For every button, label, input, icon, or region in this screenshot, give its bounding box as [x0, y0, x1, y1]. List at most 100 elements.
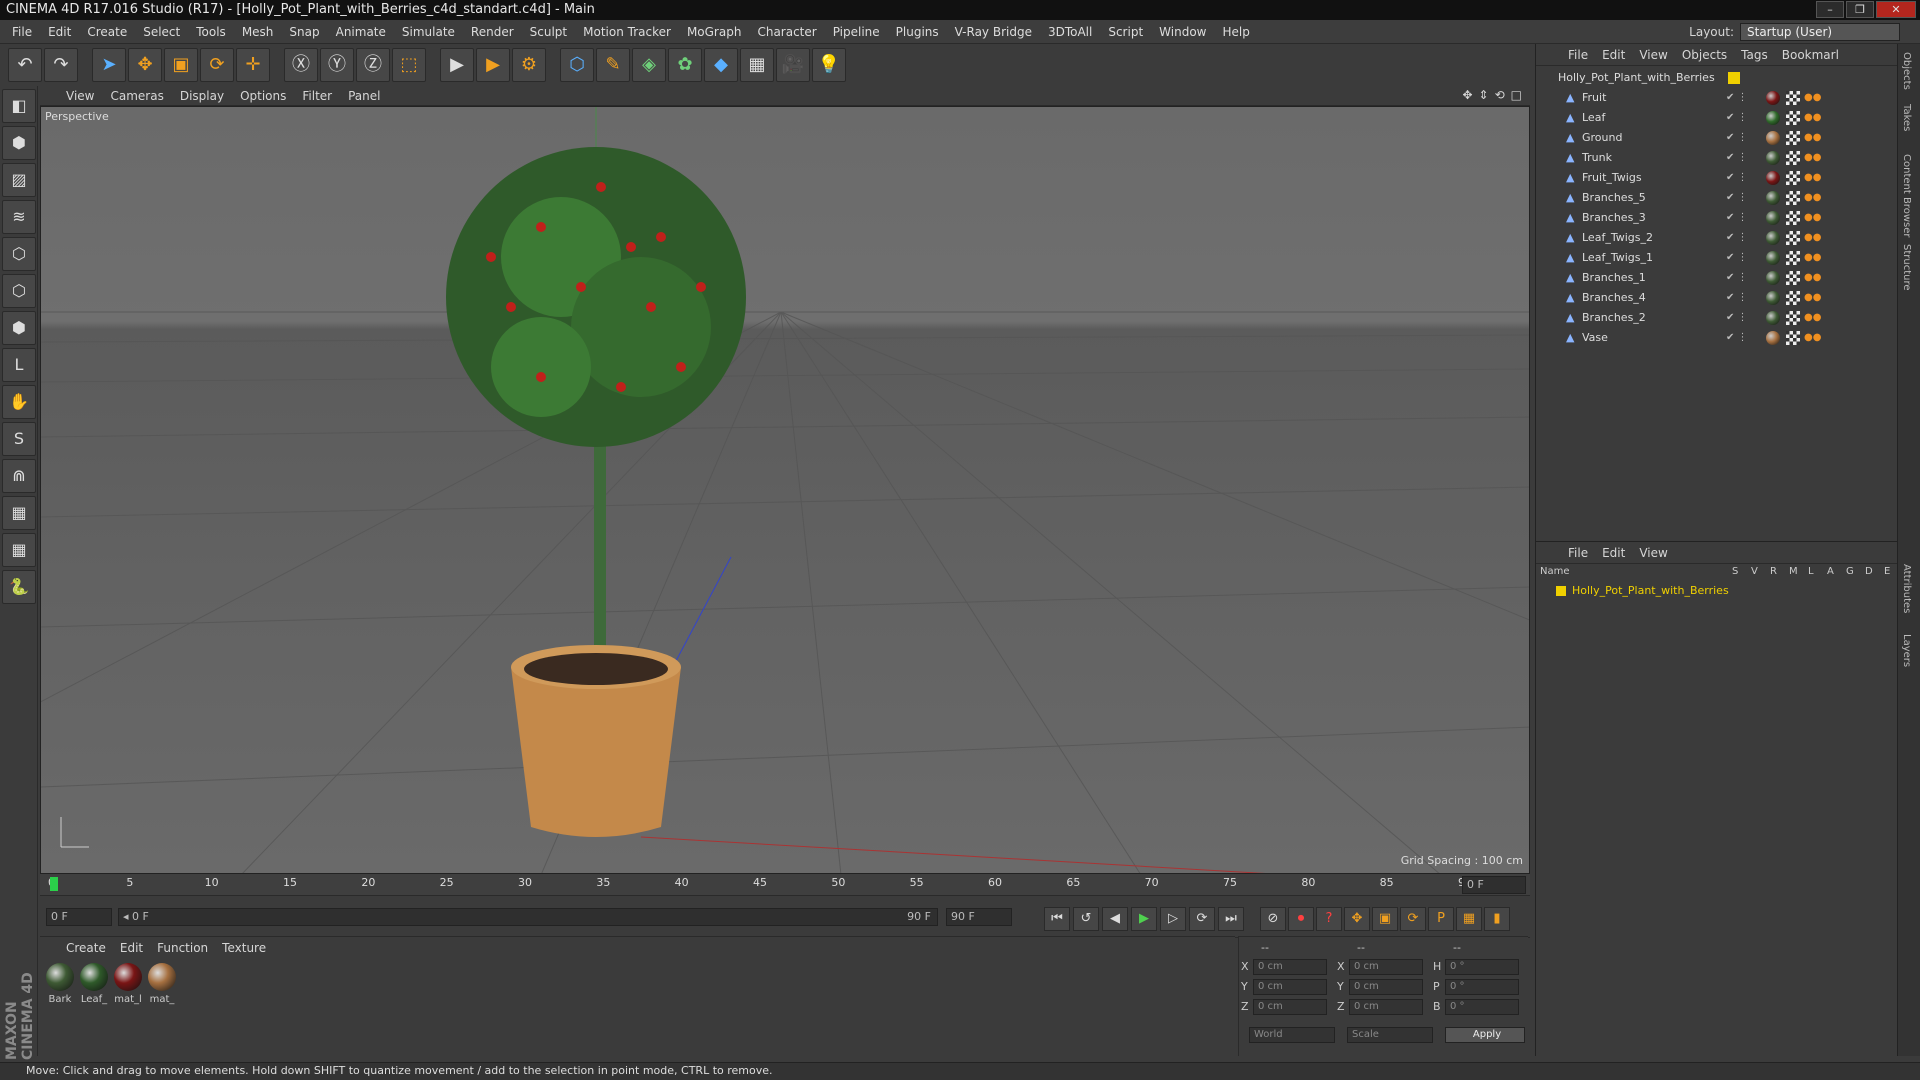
minimize-button[interactable]: – [1816, 1, 1844, 18]
coord-field[interactable]: 0 cm [1253, 999, 1327, 1015]
selection-tag-icon[interactable]: ●● [1804, 148, 1821, 168]
visibility-toggle-icon[interactable]: ✔ ⋮ [1726, 288, 1748, 308]
menu-tools[interactable]: Tools [188, 25, 234, 39]
selection-tag-icon[interactable]: ●● [1804, 248, 1821, 268]
side-tab-attributes[interactable]: Attributes [1901, 564, 1912, 613]
visibility-toggle-icon[interactable]: ✔ ⋮ [1726, 268, 1748, 288]
coord-field[interactable]: 0 cm [1253, 979, 1327, 995]
selection-tag-icon[interactable]: ●● [1804, 328, 1821, 348]
record-tool-button[interactable]: ⟳ [1400, 907, 1426, 931]
object-menu-edit[interactable]: Edit [1602, 48, 1625, 62]
viewport-nav-icon-1[interactable]: ⇕ [1479, 88, 1489, 102]
redo-icon[interactable]: ↷ [44, 48, 78, 82]
selection-tag-icon[interactable]: ●● [1804, 228, 1821, 248]
visibility-toggle-icon[interactable]: ✔ ⋮ [1726, 208, 1748, 228]
object-row[interactable]: ▲ Branches_4 ✔ ⋮ ●● [1536, 288, 1898, 308]
object-row[interactable]: ▲ Leaf_Twigs_1 ✔ ⋮ ●● [1536, 248, 1898, 268]
y-axis-icon[interactable]: Ⓨ [320, 48, 354, 82]
menu-sculpt[interactable]: Sculpt [522, 25, 575, 39]
selection-tag-icon[interactable]: ●● [1804, 168, 1821, 188]
playhead-marker[interactable] [50, 877, 58, 891]
material-tag-icon[interactable] [1766, 291, 1780, 305]
record-tool-button[interactable]: ✥ [1344, 907, 1370, 931]
perspective-viewport[interactable]: Perspective Grid Spacing : 100 cm [40, 106, 1530, 874]
menu-v-ray-bridge[interactable]: V-Ray Bridge [947, 25, 1040, 39]
menu-3dtoall[interactable]: 3DToAll [1040, 25, 1100, 39]
side-tab-layers[interactable]: Layers [1901, 634, 1912, 667]
camera-icon[interactable]: 🎥 [776, 48, 810, 82]
polygons-mode-icon[interactable]: ⬢ [2, 311, 36, 345]
object-row[interactable]: ▲ Branches_5 ✔ ⋮ ●● [1536, 188, 1898, 208]
floor-icon[interactable]: ▦ [740, 48, 774, 82]
side-tab-content-browser[interactable]: Content Browser [1901, 154, 1912, 237]
material-tag-icon[interactable] [1766, 171, 1780, 185]
solo-icon[interactable]: S [2, 422, 36, 456]
pen-icon[interactable]: ✎ [596, 48, 630, 82]
object-row[interactable]: ▲ Trunk ✔ ⋮ ●● [1536, 148, 1898, 168]
visibility-toggle-icon[interactable]: ✔ ⋮ [1726, 328, 1748, 348]
current-frame-field[interactable]: 0 F [1462, 876, 1526, 894]
menu-simulate[interactable]: Simulate [394, 25, 463, 39]
object-menu-file[interactable]: File [1568, 48, 1588, 62]
python-icon[interactable]: 🐍 [2, 570, 36, 604]
material-menu-edit[interactable]: Edit [120, 941, 143, 955]
rotate-icon[interactable]: ⟳ [200, 48, 234, 82]
viewport-nav-icon-3[interactable]: □ [1511, 88, 1522, 102]
object-menu-view[interactable]: View [1639, 48, 1667, 62]
playback-button-0[interactable]: ⏮ [1044, 907, 1070, 931]
cube-icon[interactable]: ⬡ [560, 48, 594, 82]
texture-tag-icon[interactable] [1786, 211, 1800, 225]
playback-button-1[interactable]: ↺ [1073, 907, 1099, 931]
z-axis-icon[interactable]: Ⓩ [356, 48, 390, 82]
selection-tag-icon[interactable]: ●● [1804, 288, 1821, 308]
axis-mode-icon[interactable]: L [2, 348, 36, 382]
render-settings-icon[interactable]: ⚙ [512, 48, 546, 82]
object-row[interactable]: ▲ Leaf_Twigs_2 ✔ ⋮ ●● [1536, 228, 1898, 248]
texture-tag-icon[interactable] [1786, 331, 1800, 345]
record-tool-button[interactable]: ⊘ [1260, 907, 1286, 931]
side-tab-objects[interactable]: Objects [1901, 52, 1912, 90]
frame-range-slider[interactable]: ◂ 0 F 90 F [118, 908, 938, 926]
material-swatch[interactable]: mat_ [146, 963, 178, 1005]
coord-field[interactable]: 0 cm [1253, 959, 1327, 975]
record-tool-button[interactable]: ? [1316, 907, 1342, 931]
record-tool-button[interactable]: P [1428, 907, 1454, 931]
coord-field[interactable]: 0 cm [1349, 959, 1423, 975]
material-tag-icon[interactable] [1766, 251, 1780, 265]
material-swatch[interactable]: Leaf_ [78, 963, 110, 1005]
side-tab-structure[interactable]: Structure [1901, 244, 1912, 291]
coord-field[interactable]: 0 ° [1445, 959, 1519, 975]
viewport-nav-icon-0[interactable]: ✥ [1462, 88, 1472, 102]
viewport-menu-cameras[interactable]: Cameras [110, 89, 163, 103]
menu-edit[interactable]: Edit [40, 25, 79, 39]
object-row[interactable]: ▲ Leaf ✔ ⋮ ●● [1536, 108, 1898, 128]
visibility-toggle-icon[interactable]: ✔ ⋮ [1726, 88, 1748, 108]
material-tag-icon[interactable] [1766, 271, 1780, 285]
scale-icon[interactable]: ▣ [164, 48, 198, 82]
texture-tag-icon[interactable] [1786, 131, 1800, 145]
texture-tag-icon[interactable] [1786, 191, 1800, 205]
selection-tag-icon[interactable]: ●● [1804, 88, 1821, 108]
selection-tag-icon[interactable]: ●● [1804, 268, 1821, 288]
object-row[interactable]: ▲ Vase ✔ ⋮ ●● [1536, 328, 1898, 348]
layer-menu-edit[interactable]: Edit [1602, 546, 1625, 560]
grid-lock-icon[interactable]: ▦ [2, 496, 36, 530]
workplane-rotate-icon[interactable]: ▦ [2, 533, 36, 567]
light-icon[interactable]: 💡 [812, 48, 846, 82]
material-menu-create[interactable]: Create [66, 941, 106, 955]
tweak-icon[interactable]: ✋ [2, 385, 36, 419]
side-tab-takes[interactable]: Takes [1901, 104, 1912, 131]
viewport-menu-filter[interactable]: Filter [302, 89, 332, 103]
deformer-icon[interactable]: ◆ [704, 48, 738, 82]
record-tool-button[interactable]: ▣ [1372, 907, 1398, 931]
visibility-toggle-icon[interactable]: ✔ ⋮ [1726, 128, 1748, 148]
select-cursor-icon[interactable]: ➤ [92, 48, 126, 82]
layout-dropdown[interactable]: Startup (User) [1740, 23, 1900, 41]
selection-tag-icon[interactable]: ●● [1804, 128, 1821, 148]
material-tag-icon[interactable] [1766, 151, 1780, 165]
points-mode-icon[interactable]: ⬡ [2, 237, 36, 271]
material-tag-icon[interactable] [1766, 311, 1780, 325]
visibility-toggle-icon[interactable]: ✔ ⋮ [1726, 188, 1748, 208]
record-tool-button[interactable]: ⏺ [1288, 907, 1314, 931]
object-row[interactable]: ▲ Branches_3 ✔ ⋮ ●● [1536, 208, 1898, 228]
